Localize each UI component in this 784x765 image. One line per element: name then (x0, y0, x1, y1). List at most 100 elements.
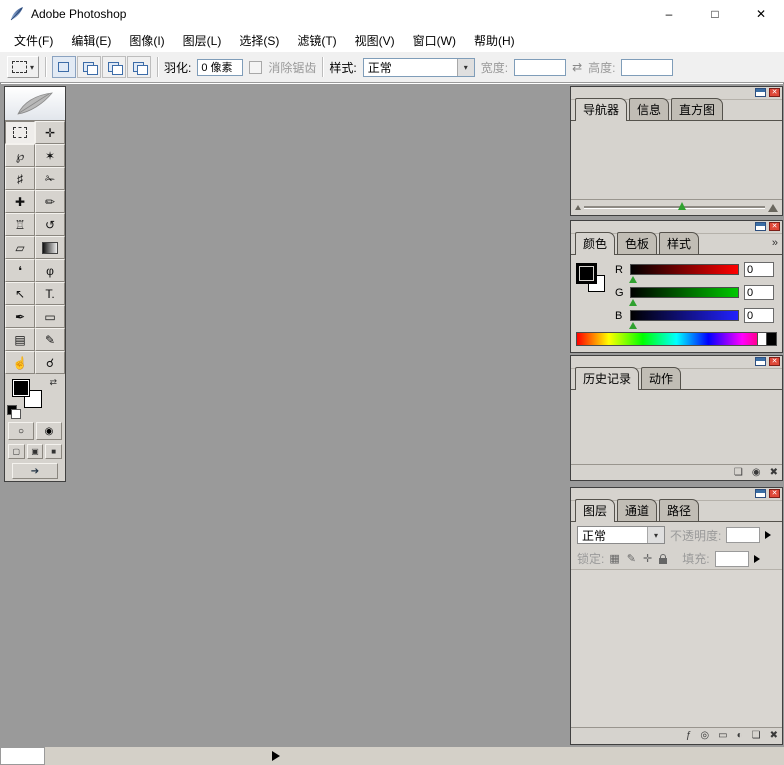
tool-history-brush[interactable]: ↺ (35, 213, 65, 236)
tool-zoom[interactable]: ☌ (35, 351, 65, 374)
tool-crop[interactable]: ♯ (5, 167, 35, 190)
layer-style-icon[interactable]: ƒ (686, 731, 692, 741)
fullscreen-menubar-button[interactable]: ▣ (26, 444, 44, 459)
height-input[interactable] (621, 58, 674, 76)
trash-icon[interactable]: ✖ (770, 731, 778, 741)
lock-position-icon[interactable]: ✛ (643, 552, 652, 565)
menu-file[interactable]: 文件(F) (5, 28, 62, 52)
tab-actions[interactable]: 动作 (641, 367, 682, 389)
lock-transparency-icon[interactable]: ▦ (609, 552, 619, 565)
quick-mask-mode-button[interactable]: ◉ (36, 422, 62, 440)
tool-type[interactable]: T. (35, 282, 65, 305)
red-slider[interactable] (629, 264, 739, 283)
lock-pixels-icon[interactable]: ✎ (627, 552, 636, 565)
lock-all-icon[interactable] (659, 553, 668, 564)
tool-pen[interactable]: ✒ (5, 305, 35, 328)
tab-swatches[interactable]: 色板 (617, 232, 658, 254)
tool-notes[interactable]: ▤ (5, 328, 35, 351)
fill-field[interactable] (714, 550, 749, 567)
standard-screen-button[interactable]: ▢ (8, 444, 25, 459)
style-dropdown[interactable]: 正常 ▾ (362, 57, 475, 77)
tab-channels[interactable]: 通道 (617, 499, 658, 521)
tool-move[interactable]: ✛ (35, 121, 65, 144)
opacity-popup-icon[interactable] (765, 531, 772, 539)
adjustment-layer-icon[interactable]: ◐ (737, 731, 743, 741)
menu-window[interactable]: 窗口(W) (404, 28, 465, 52)
tool-preset-button[interactable]: ▾ (7, 56, 40, 78)
tab-paths[interactable]: 路径 (659, 499, 700, 521)
standard-mode-button[interactable]: ○ (8, 422, 34, 440)
panel-minimize-icon[interactable] (755, 222, 766, 231)
panel-minimize-icon[interactable] (755, 88, 766, 97)
zoom-in-icon[interactable] (768, 203, 778, 212)
maximize-button[interactable]: □ (692, 0, 738, 28)
menu-filter[interactable]: 滤镜(T) (288, 28, 345, 52)
menu-edit[interactable]: 编辑(E) (62, 28, 120, 52)
tool-path-selection[interactable]: ↖ (5, 282, 35, 305)
red-slider-thumb[interactable] (629, 276, 637, 283)
tab-info[interactable]: 信息 (629, 98, 670, 120)
color-spectrum-bar[interactable] (576, 332, 777, 346)
statusbar-zoom-field[interactable] (0, 747, 45, 765)
foreground-color-swatch[interactable] (578, 265, 595, 282)
green-slider-thumb[interactable] (629, 299, 637, 306)
green-slider[interactable] (629, 287, 739, 306)
zoom-out-icon[interactable] (575, 205, 581, 210)
tool-brush[interactable]: ✏ (35, 190, 65, 213)
add-selection-button[interactable] (77, 56, 102, 78)
foreground-color-swatch[interactable] (12, 379, 30, 397)
blue-slider[interactable] (629, 310, 739, 329)
blend-mode-dropdown[interactable]: 正常 ▾ (577, 526, 665, 544)
zoom-slider-thumb[interactable] (678, 202, 687, 210)
tool-clone-stamp[interactable]: ♖ (5, 213, 35, 236)
black-swatch[interactable] (766, 333, 776, 345)
fill-popup-icon[interactable] (753, 554, 760, 563)
swap-dimensions-icon[interactable]: ⇄ (572, 60, 582, 74)
tool-lasso[interactable]: ℘ (5, 144, 35, 167)
tab-styles[interactable]: 样式 (659, 232, 700, 254)
minimize-button[interactable]: – (646, 0, 692, 28)
tool-blur[interactable]: ❛ (5, 259, 35, 282)
new-selection-button[interactable] (52, 56, 77, 78)
menu-select[interactable]: 选择(S) (230, 28, 288, 52)
tool-dodge[interactable]: φ (35, 259, 65, 282)
panel-menu-icon[interactable]: » (772, 237, 778, 249)
jump-to-imageready-button[interactable]: ➔ (12, 463, 58, 479)
panel-minimize-icon[interactable] (755, 489, 766, 498)
fullscreen-button[interactable]: ■ (45, 444, 63, 459)
trash-icon[interactable]: ✖ (770, 467, 778, 478)
new-document-from-state-icon[interactable]: ❏ (734, 467, 743, 478)
panel-minimize-icon[interactable] (755, 357, 766, 366)
menu-help[interactable]: 帮助(H) (465, 28, 524, 52)
close-button[interactable]: ✕ (738, 0, 784, 28)
tab-histogram[interactable]: 直方图 (671, 98, 724, 120)
statusbar-arrow-icon[interactable] (272, 751, 280, 761)
subtract-selection-button[interactable] (102, 56, 127, 78)
new-layer-icon[interactable]: ❏ (752, 731, 761, 741)
tool-shape[interactable]: ▭ (35, 305, 65, 328)
tab-layers[interactable]: 图层 (575, 499, 616, 522)
tool-slice[interactable]: ✁ (35, 167, 65, 190)
layer-mask-icon[interactable]: ◎ (700, 731, 709, 741)
new-group-icon[interactable]: ▭ (718, 731, 727, 741)
blue-value-input[interactable] (744, 308, 774, 323)
blue-slider-thumb[interactable] (629, 322, 637, 329)
panel-close-icon[interactable]: ✕ (769, 88, 780, 97)
width-input[interactable] (514, 58, 567, 76)
feather-input[interactable] (197, 58, 244, 76)
green-value-input[interactable] (744, 285, 774, 300)
tool-rectangular-marquee[interactable] (5, 121, 35, 144)
default-colors-icon[interactable] (7, 405, 21, 419)
menu-layer[interactable]: 图层(L) (174, 28, 231, 52)
menu-view[interactable]: 视图(V) (346, 28, 404, 52)
opacity-field[interactable] (726, 527, 761, 543)
panel-close-icon[interactable]: ✕ (769, 489, 780, 498)
new-snapshot-icon[interactable]: ◉ (752, 467, 761, 478)
intersect-selection-button[interactable] (127, 56, 152, 78)
tool-healing-brush[interactable]: ✚ (5, 190, 35, 213)
tool-eraser[interactable]: ▱ (5, 236, 35, 259)
tab-navigator[interactable]: 导航器 (575, 98, 628, 121)
zoom-slider[interactable] (584, 202, 765, 210)
swap-colors-icon[interactable]: ⇄ (49, 377, 57, 388)
red-value-input[interactable] (744, 262, 774, 277)
